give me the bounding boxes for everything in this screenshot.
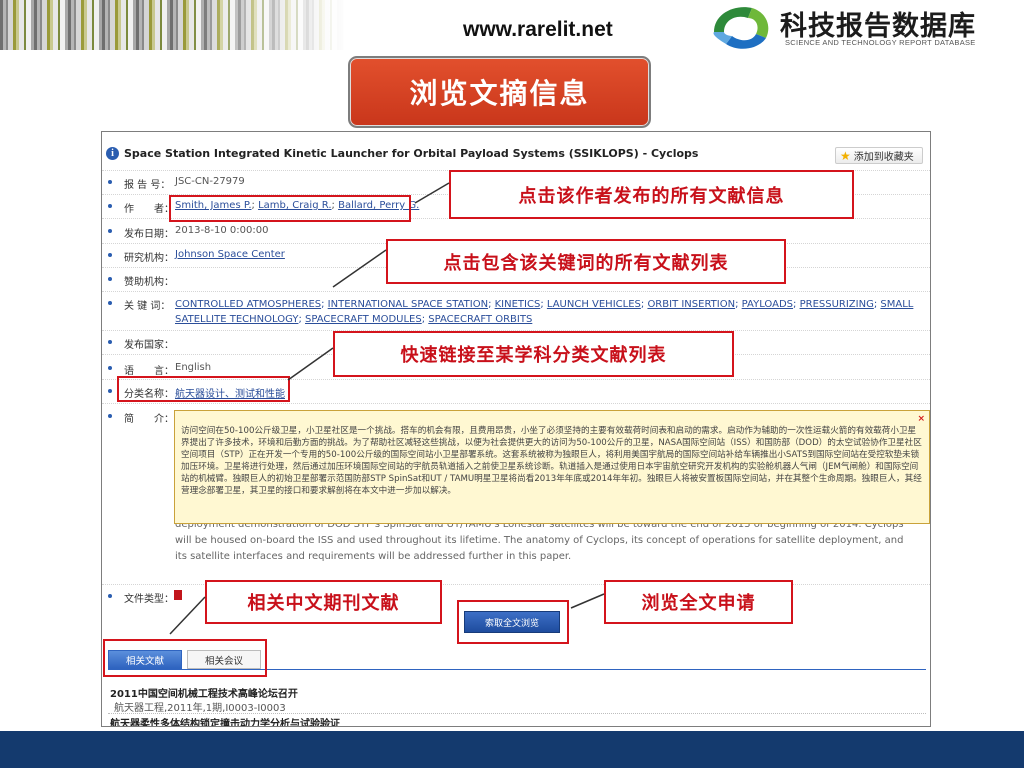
field-label: 作 者： [124,204,174,215]
related-item-title[interactable]: 航天器柔性多体结构锁定撞击动力学分析与试验验证 [110,715,340,726]
record-title-row: i Space Station Integrated Kinetic Launc… [102,144,930,166]
date-value: 2013-8-10 0:00:00 [175,225,269,236]
star-icon: ★ [840,148,851,163]
field-label: 发布国家： [124,340,174,351]
bullet-icon [108,204,112,208]
field-label: 文件类型： [124,594,174,605]
field-label: 发布日期： [124,229,174,240]
keyword-link[interactable]: INTERNATIONAL SPACE STATION [328,299,488,310]
bullet-icon [108,594,112,598]
bullet-icon [108,414,112,418]
callout-author: 点击该作者发布的所有文献信息 [449,170,854,219]
related-item-meta: 航天器工程,2011年,1期,I0003-I0003 [114,703,286,714]
keyword-link[interactable]: CONTROLLED ATMOSPHERES [175,299,321,310]
site-url: www.rarelit.net [463,18,613,41]
field-label: 研究机构： [124,253,174,264]
page-title-banner: 浏览文摘信息 [348,56,651,128]
field-label: 关 键 词： [124,301,171,312]
keyword-link[interactable]: LAUNCH VEHICLES [547,299,641,310]
bullet-icon [108,180,112,184]
callout-keyword: 点击包含该关键词的所有文献列表 [386,239,786,284]
add-favorite-button[interactable]: ★ 添加到收藏夹 [835,147,923,164]
field-label: 语 言： [124,366,174,377]
field-label: 报 告 号： [124,180,171,191]
bullet-icon [108,253,112,257]
bullet-icon [108,301,112,305]
keyword-link[interactable]: SPACECRAFT ORBITS [428,314,532,325]
callout-category: 快速链接至某学科分类文献列表 [333,331,734,377]
keyword-link[interactable]: SPACECRAFT MODULES [305,314,422,325]
keyword-link[interactable]: ORBIT INSERTION [647,299,735,310]
bullet-icon [108,366,112,370]
abstract-translation: 访问空间在50-100公斤级卫星，小卫星社区是一个挑战。搭车的机会有限，且费用昂… [181,426,922,496]
language-value: English [175,362,212,373]
keyword-link[interactable]: PAYLOADS [742,299,793,310]
callout-fulltext: 浏览全文申请 [604,580,793,624]
org-link[interactable]: Johnson Space Center [175,249,285,260]
related-item-title[interactable]: 2011中国空间机械工程技术高峰论坛召开 [110,685,298,700]
close-icon[interactable]: × [917,413,925,425]
translation-tooltip: × 访问空间在50-100公斤级卫星，小卫星社区是一个挑战。搭车的机会有限，且费… [174,410,930,524]
pdf-icon [174,590,182,600]
abstract-english: deployment demonstration of DOD STP's Sp… [175,519,904,562]
bullet-icon [108,229,112,233]
add-favorite-label: 添加到收藏夹 [853,152,914,163]
highlight-tabs [103,639,267,677]
keyword-link[interactable]: KINETICS [495,299,541,310]
divider [102,403,930,404]
divider [102,291,930,292]
page-title: 浏览文摘信息 [409,77,590,110]
keyword-list: CONTROLLED ATMOSPHERES; INTERNATIONAL SP… [175,299,914,325]
header-stripes-decoration [0,0,345,50]
divider [108,713,926,714]
field-label: 简 介： [124,414,174,425]
field-label: 赞助机构： [124,277,174,288]
bullet-icon [108,340,112,344]
record-title: Space Station Integrated Kinetic Launche… [124,147,699,160]
highlight-category [117,376,290,402]
logo-icon [713,7,769,49]
keyword-link[interactable]: PRESSURIZING [800,299,874,310]
highlight-authors [169,195,411,222]
info-icon: i [106,147,119,160]
bullet-icon [108,277,112,281]
report-no-value: JSC-CN-27979 [175,176,245,187]
highlight-request-button [457,600,569,644]
logo-subtitle: SCIENCE AND TECHNOLOGY REPORT DATABASE [785,38,976,47]
callout-related: 相关中文期刊文献 [205,580,442,624]
footer-bar [0,731,1024,768]
bullet-icon [108,389,112,393]
